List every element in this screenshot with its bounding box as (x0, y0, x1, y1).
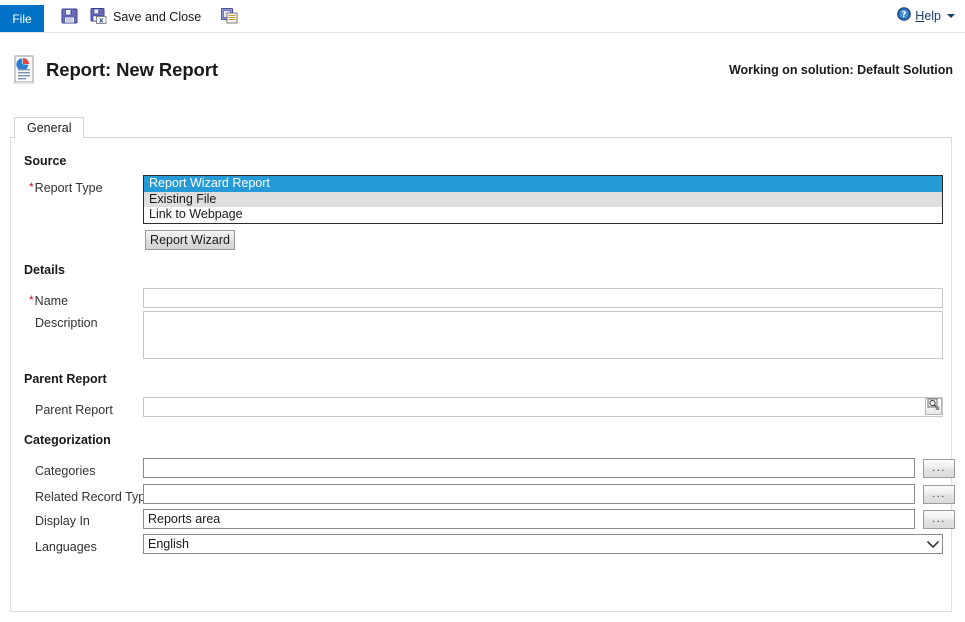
tab-general[interactable]: General (14, 117, 85, 138)
languages-label: Languages (35, 540, 97, 554)
file-menu-label: File (12, 11, 32, 26)
save-and-close-label: Save and Close (113, 9, 202, 24)
section-heading-source: Source (24, 154, 67, 168)
required-marker: * (29, 180, 34, 194)
magnifier-lookup-icon (927, 398, 940, 416)
chevron-down-icon (947, 13, 955, 18)
languages-dropdown-caret[interactable] (924, 535, 942, 553)
report-type-listbox[interactable]: Report Wizard Report Existing File Link … (143, 175, 943, 224)
parent-report-input[interactable] (143, 397, 943, 417)
section-heading-categorization: Categorization (24, 433, 111, 447)
ellipsis-icon: ... (932, 462, 946, 474)
listbox-option-existing-file[interactable]: Existing File (144, 191, 942, 207)
section-heading-details: Details (24, 263, 65, 277)
floppy-disk-icon (61, 7, 78, 27)
description-label: Description (35, 316, 98, 330)
categories-browse-button[interactable]: ... (923, 459, 955, 478)
command-bar: File x Save and Close ? Help (0, 0, 965, 33)
form-tabstrip: General (10, 117, 952, 138)
categories-label: Categories (35, 464, 96, 478)
related-record-types-browse-button[interactable]: ... (923, 485, 955, 504)
related-record-types-input[interactable] (143, 484, 915, 504)
page-title: Report: New Report (46, 59, 218, 80)
tab-general-label: General (27, 121, 72, 135)
listbox-option-link-to-webpage[interactable]: Link to Webpage (144, 207, 942, 223)
help-menu-button[interactable]: ? Help (897, 7, 955, 24)
page-header: Report: New Report Working on solution: … (0, 33, 965, 111)
display-in-label: Display In (35, 514, 90, 528)
name-label: *Name (29, 293, 69, 309)
svg-text:?: ? (902, 10, 907, 19)
display-in-browse-button[interactable]: ... (923, 510, 955, 529)
name-input[interactable] (143, 288, 943, 308)
report-wizard-button-label: Report Wizard (150, 233, 230, 247)
save-and-close-button[interactable]: x Save and Close (84, 4, 207, 30)
related-record-types-label: Related Record Types (35, 490, 159, 504)
parent-report-lookup-button[interactable] (925, 398, 942, 415)
description-textarea[interactable] (143, 311, 943, 359)
svg-text:x: x (99, 16, 104, 24)
categories-input[interactable] (143, 458, 915, 478)
display-in-input[interactable] (143, 509, 915, 529)
report-wizard-button[interactable]: Report Wizard (145, 230, 235, 250)
chevron-down-icon (927, 540, 939, 549)
ellipsis-icon: ... (932, 513, 946, 525)
file-menu-tab[interactable]: File (0, 5, 44, 32)
report-document-icon (12, 55, 38, 85)
ellipsis-icon: ... (932, 488, 946, 500)
form-panel: Source *Report Type Report Wizard Report… (10, 138, 955, 612)
help-menu-label: Help (915, 8, 941, 23)
help-question-icon: ? (897, 7, 912, 24)
solution-context-label: Working on solution: Default Solution (728, 63, 953, 77)
languages-select[interactable] (143, 534, 943, 554)
section-heading-parent-report: Parent Report (24, 372, 107, 386)
save-and-close-icon: x (90, 7, 107, 27)
save-button[interactable] (55, 4, 84, 30)
save-and-new-button[interactable] (215, 4, 244, 30)
listbox-option-report-wizard-report[interactable]: Report Wizard Report (144, 176, 942, 192)
command-button-group: x Save and Close (55, 0, 244, 33)
parent-report-label: Parent Report (35, 403, 113, 417)
report-type-label: *Report Type (29, 180, 103, 196)
required-marker: * (29, 293, 34, 307)
save-and-new-icon (221, 7, 238, 27)
